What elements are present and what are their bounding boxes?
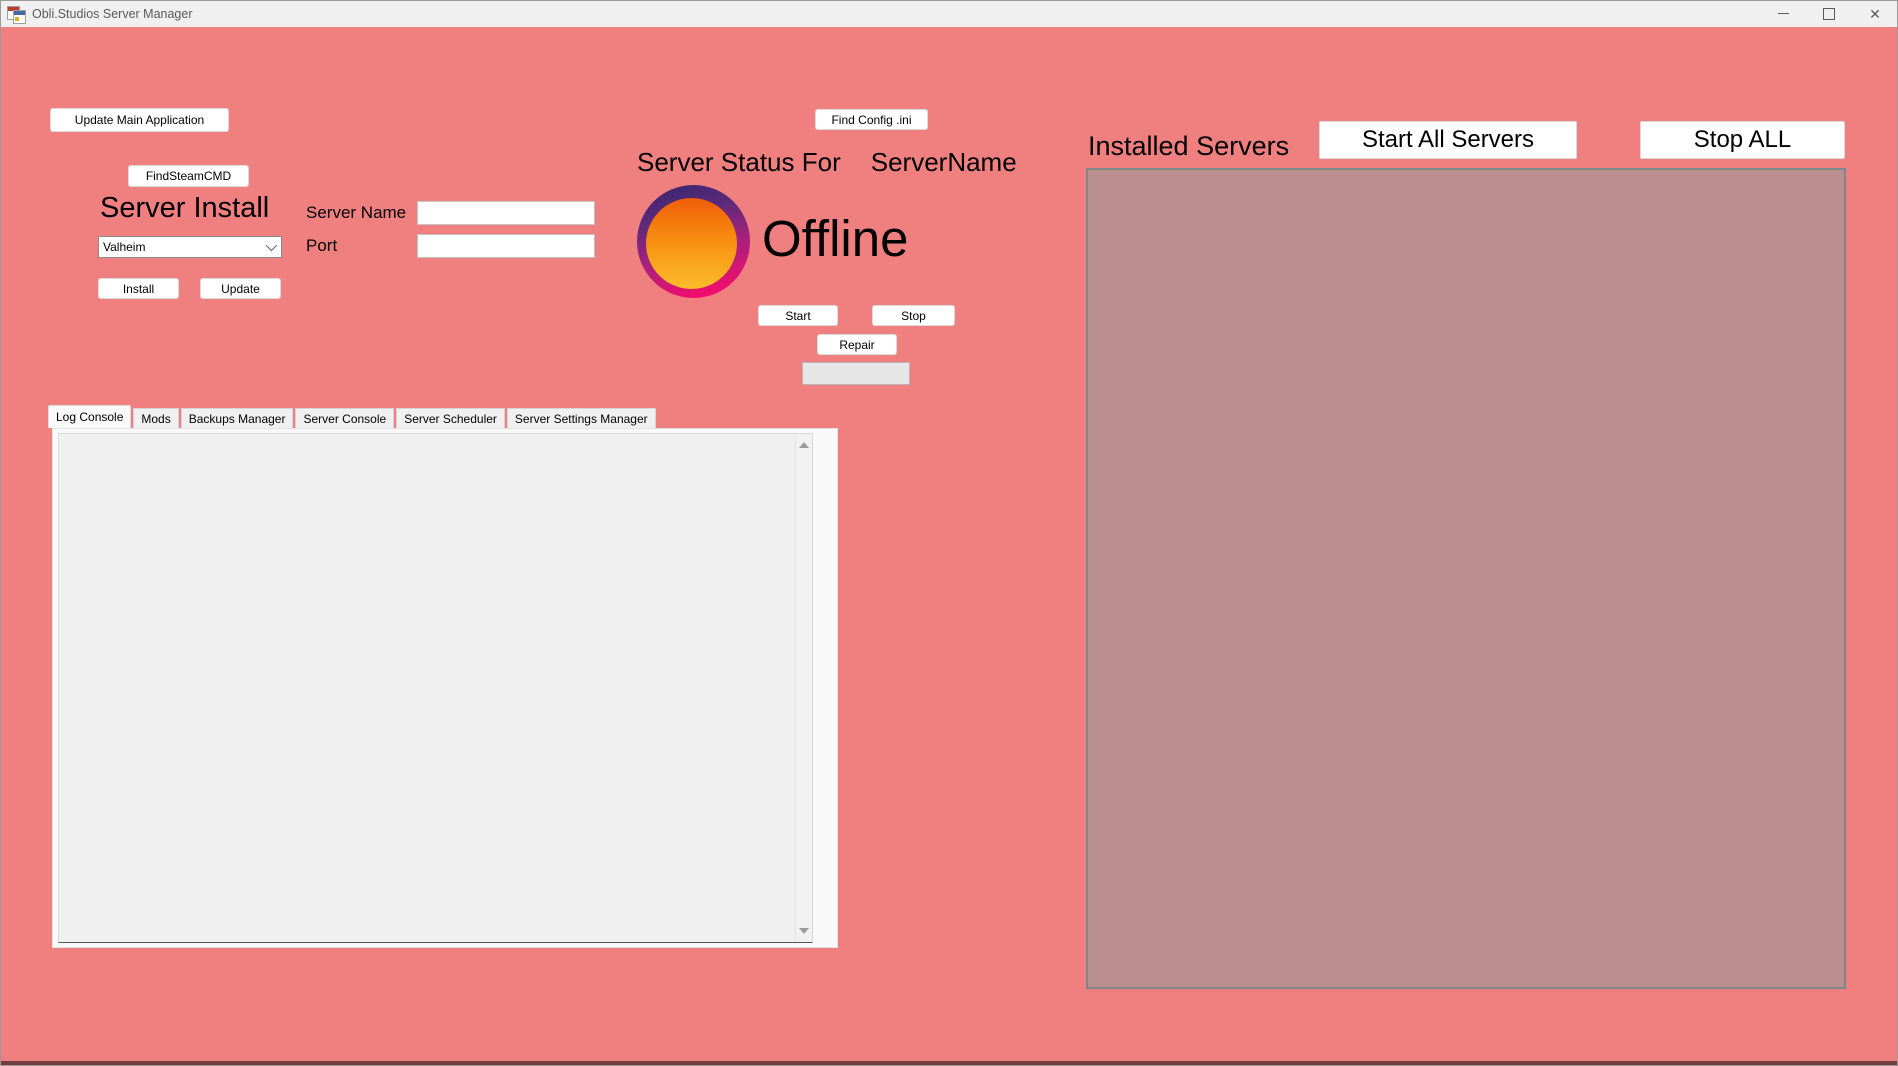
update-main-application-button[interactable]: Update Main Application bbox=[50, 108, 229, 132]
scroll-down-icon[interactable] bbox=[799, 928, 809, 934]
scroll-up-icon[interactable] bbox=[799, 442, 809, 448]
close-button[interactable]: ✕ bbox=[1852, 0, 1898, 27]
stop-button[interactable]: Stop bbox=[872, 305, 955, 326]
status-indicator-core bbox=[646, 198, 737, 289]
server-status-name: ServerName bbox=[871, 147, 1017, 178]
game-select-dropdown[interactable]: Valheim bbox=[98, 236, 282, 258]
status-state-label: Offline bbox=[762, 209, 908, 268]
chevron-down-icon bbox=[266, 240, 277, 251]
log-console-page bbox=[52, 428, 838, 948]
server-status-heading: Server Status For ServerName bbox=[637, 147, 1017, 178]
find-config-ini-button[interactable]: Find Config .ini bbox=[815, 109, 928, 130]
tab-log-console[interactable]: Log Console bbox=[48, 405, 131, 428]
log-console-textbox[interactable] bbox=[58, 433, 813, 943]
tab-server-console[interactable]: Server Console bbox=[295, 408, 394, 428]
window-title: Obli.Studios Server Manager bbox=[32, 7, 193, 21]
tab-server-scheduler[interactable]: Server Scheduler bbox=[396, 408, 505, 428]
maximize-icon bbox=[1823, 8, 1835, 20]
minimize-icon bbox=[1778, 13, 1789, 14]
installed-servers-title: Installed Servers bbox=[1088, 131, 1289, 162]
start-button[interactable]: Start bbox=[758, 305, 838, 326]
status-indicator-icon bbox=[637, 185, 750, 298]
install-button[interactable]: Install bbox=[98, 278, 179, 299]
start-all-servers-button[interactable]: Start All Servers bbox=[1319, 121, 1577, 159]
find-steamcmd-button[interactable]: FindSteamCMD bbox=[128, 165, 249, 187]
port-label: Port bbox=[306, 236, 337, 256]
stop-all-button[interactable]: Stop ALL bbox=[1640, 121, 1845, 159]
tab-mods[interactable]: Mods bbox=[133, 408, 178, 428]
server-install-title: Server Install bbox=[100, 192, 269, 225]
maximize-button[interactable] bbox=[1806, 0, 1852, 27]
repair-button[interactable]: Repair bbox=[817, 334, 897, 355]
title-bar: Obli.Studios Server Manager ✕ bbox=[0, 0, 1898, 27]
tab-strip: Log Console Mods Backups Manager Server … bbox=[48, 405, 658, 428]
minimize-button[interactable] bbox=[1760, 0, 1806, 27]
update-button[interactable]: Update bbox=[200, 278, 281, 299]
tab-server-settings-manager[interactable]: Server Settings Manager bbox=[507, 408, 656, 428]
installed-servers-list[interactable] bbox=[1086, 168, 1846, 989]
server-name-label: Server Name bbox=[306, 203, 406, 223]
tab-backups-manager[interactable]: Backups Manager bbox=[181, 408, 294, 428]
port-input[interactable] bbox=[417, 234, 595, 258]
server-status-prefix: Server Status For bbox=[637, 147, 841, 178]
game-select-value: Valheim bbox=[103, 240, 145, 254]
app-icon bbox=[7, 6, 24, 22]
server-name-input[interactable] bbox=[417, 201, 595, 225]
close-icon: ✕ bbox=[1869, 7, 1881, 21]
window-bottom-edge bbox=[0, 1061, 1898, 1066]
progress-bar bbox=[802, 362, 910, 385]
log-console-scrollbar[interactable] bbox=[795, 434, 812, 942]
